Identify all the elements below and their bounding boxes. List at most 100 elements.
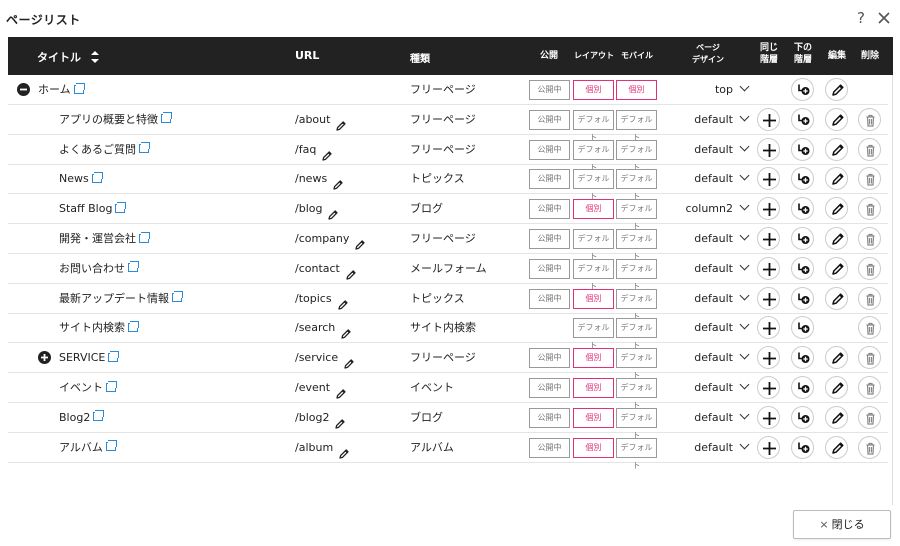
add-child-page-button[interactable] [791, 137, 814, 161]
add-child-page-button[interactable] [791, 167, 814, 191]
mobile-button[interactable]: デフォルト [616, 109, 657, 142]
edit-page-button[interactable] [825, 197, 848, 221]
edit-page-button[interactable] [825, 435, 848, 459]
add-same-level-button[interactable] [757, 286, 780, 310]
layout-button[interactable]: 個別 [573, 407, 614, 428]
page-url-cell[interactable]: /album [295, 433, 350, 463]
table-row[interactable]: よくあるご質問/faq フリーページ 公開中 デフォルト デフォルト default [8, 135, 888, 172]
page-design-select[interactable]: default [668, 343, 750, 373]
layout-button[interactable]: デフォルト [573, 258, 614, 291]
delete-page-button[interactable] [858, 435, 881, 459]
layout-button[interactable]: 個別 [573, 199, 614, 220]
add-same-level-button[interactable] [757, 435, 780, 459]
add-child-page-button[interactable] [791, 435, 814, 459]
publish-status-button[interactable]: 公開中 [529, 109, 570, 130]
table-row[interactable]: Blog2/blog2 ブログ 公開中 個別 デフォルト default [8, 403, 888, 440]
add-child-page-button[interactable] [791, 78, 814, 101]
page-url-cell[interactable]: /search [295, 313, 352, 343]
page-title-cell[interactable]: お問い合わせ [59, 254, 139, 284]
page-design-select[interactable]: default [668, 135, 750, 165]
table-row[interactable]: アプリの概要と特徴/about フリーページ 公開中 デフォルト デフォルト defaul… [8, 105, 888, 142]
close-icon[interactable] [875, 9, 893, 27]
delete-page-button[interactable] [858, 197, 881, 221]
layout-button[interactable]: デフォルト [573, 169, 614, 201]
page-url-cell[interactable]: /topics [295, 284, 349, 314]
edit-url-icon[interactable] [321, 144, 333, 161]
page-title[interactable]: イベント [59, 381, 103, 394]
page-url-cell[interactable]: /about [295, 105, 347, 135]
expand-icon[interactable] [38, 351, 51, 365]
table-row[interactable]: イベント/event イベント 公開中 個別 デフォルト default [8, 373, 888, 410]
page-url-cell[interactable]: /contact [295, 254, 357, 284]
edit-page-button[interactable] [825, 78, 848, 101]
add-same-level-button[interactable] [757, 167, 780, 191]
edit-url-icon[interactable] [340, 322, 352, 340]
mobile-button[interactable]: 個別 [616, 80, 657, 100]
page-list[interactable]: ホーム フリーページ 公開中 個別 個別 top アプリの概要と特徴/about フリーページ… [8, 75, 893, 505]
edit-url-icon[interactable] [343, 352, 355, 369]
open-window-icon[interactable] [93, 410, 105, 422]
add-child-page-button[interactable] [791, 376, 814, 399]
page-design-select[interactable]: default [668, 403, 750, 433]
publish-status-button[interactable]: 公開中 [529, 407, 570, 428]
table-row[interactable]: お問い合わせ/contact メールフォーム 公開中 デフォルト デフォルト defaul… [8, 254, 888, 291]
page-title[interactable]: よくあるご質問 [59, 143, 136, 156]
add-child-page-button[interactable] [791, 316, 814, 340]
page-design-select[interactable]: default [668, 373, 750, 403]
page-title-cell[interactable]: ホーム [38, 75, 85, 105]
page-title[interactable]: アプリの概要と特徴 [59, 113, 158, 126]
page-url-cell[interactable]: /event [295, 373, 347, 403]
delete-page-button[interactable] [858, 346, 881, 370]
add-same-level-button[interactable] [757, 137, 780, 161]
delete-page-button[interactable] [858, 167, 881, 191]
page-design-select[interactable]: top [668, 75, 750, 105]
page-url-cell[interactable]: /faq [295, 135, 333, 165]
page-title[interactable]: Blog2 [59, 411, 90, 424]
add-child-page-button[interactable] [791, 227, 814, 250]
open-window-icon[interactable] [139, 231, 150, 243]
edit-url-icon[interactable] [332, 173, 344, 191]
layout-button[interactable]: デフォルト [573, 109, 614, 142]
edit-url-icon[interactable] [334, 412, 346, 429]
delete-page-button[interactable] [858, 256, 881, 280]
publish-status-button[interactable]: 公開中 [529, 437, 570, 458]
publish-status-button[interactable]: 公開中 [529, 378, 570, 398]
layout-button[interactable]: 個別 [573, 288, 614, 309]
publish-status-button[interactable]: 公開中 [529, 139, 570, 160]
open-window-icon[interactable] [128, 320, 139, 332]
page-title-cell[interactable]: アルバム [59, 433, 117, 463]
table-row[interactable]: News/news トピックス 公開中 デフォルト デフォルト default [8, 164, 888, 201]
edit-page-button[interactable] [825, 405, 848, 429]
publish-status-button[interactable]: 公開中 [529, 229, 570, 249]
page-design-select[interactable]: column2 [668, 194, 750, 224]
edit-page-button[interactable] [825, 256, 848, 280]
sort-icon[interactable] [90, 50, 99, 66]
add-child-page-button[interactable] [791, 405, 814, 429]
open-window-icon[interactable] [105, 440, 117, 452]
edit-url-icon[interactable] [345, 263, 357, 280]
page-design-select[interactable]: default [668, 284, 750, 314]
add-same-level-button[interactable] [757, 256, 780, 280]
delete-page-button[interactable] [858, 286, 881, 310]
open-window-icon[interactable] [115, 201, 127, 213]
publish-status-button[interactable]: 公開中 [529, 258, 570, 279]
page-title[interactable]: 開発・運営会社 [59, 232, 136, 245]
table-row[interactable]: 最新アップデート情報/topics トピックス 公開中 個別 デフォルト default [8, 284, 888, 321]
table-row[interactable]: ホーム フリーページ 公開中 個別 個別 top [8, 75, 888, 105]
open-window-icon[interactable] [172, 291, 183, 303]
mobile-button[interactable]: デフォルト [616, 258, 657, 291]
layout-button[interactable]: デフォルト [573, 139, 614, 172]
mobile-button[interactable]: デフォルト [616, 169, 657, 201]
publish-status-button[interactable]: 公開中 [529, 348, 570, 369]
page-design-select[interactable]: default [668, 105, 750, 135]
page-url-cell[interactable]: /news [295, 164, 344, 194]
publish-status-button[interactable]: 公開中 [529, 199, 570, 220]
add-same-level-button[interactable] [757, 376, 780, 399]
close-button[interactable]: × 閉じる [793, 510, 891, 539]
delete-page-button[interactable] [858, 107, 881, 131]
edit-url-icon[interactable] [327, 203, 339, 220]
page-url-cell[interactable]: /service [295, 343, 355, 373]
page-title[interactable]: お問い合わせ [59, 262, 125, 275]
publish-status-button[interactable]: 公開中 [529, 80, 570, 100]
open-window-icon[interactable] [161, 112, 172, 124]
